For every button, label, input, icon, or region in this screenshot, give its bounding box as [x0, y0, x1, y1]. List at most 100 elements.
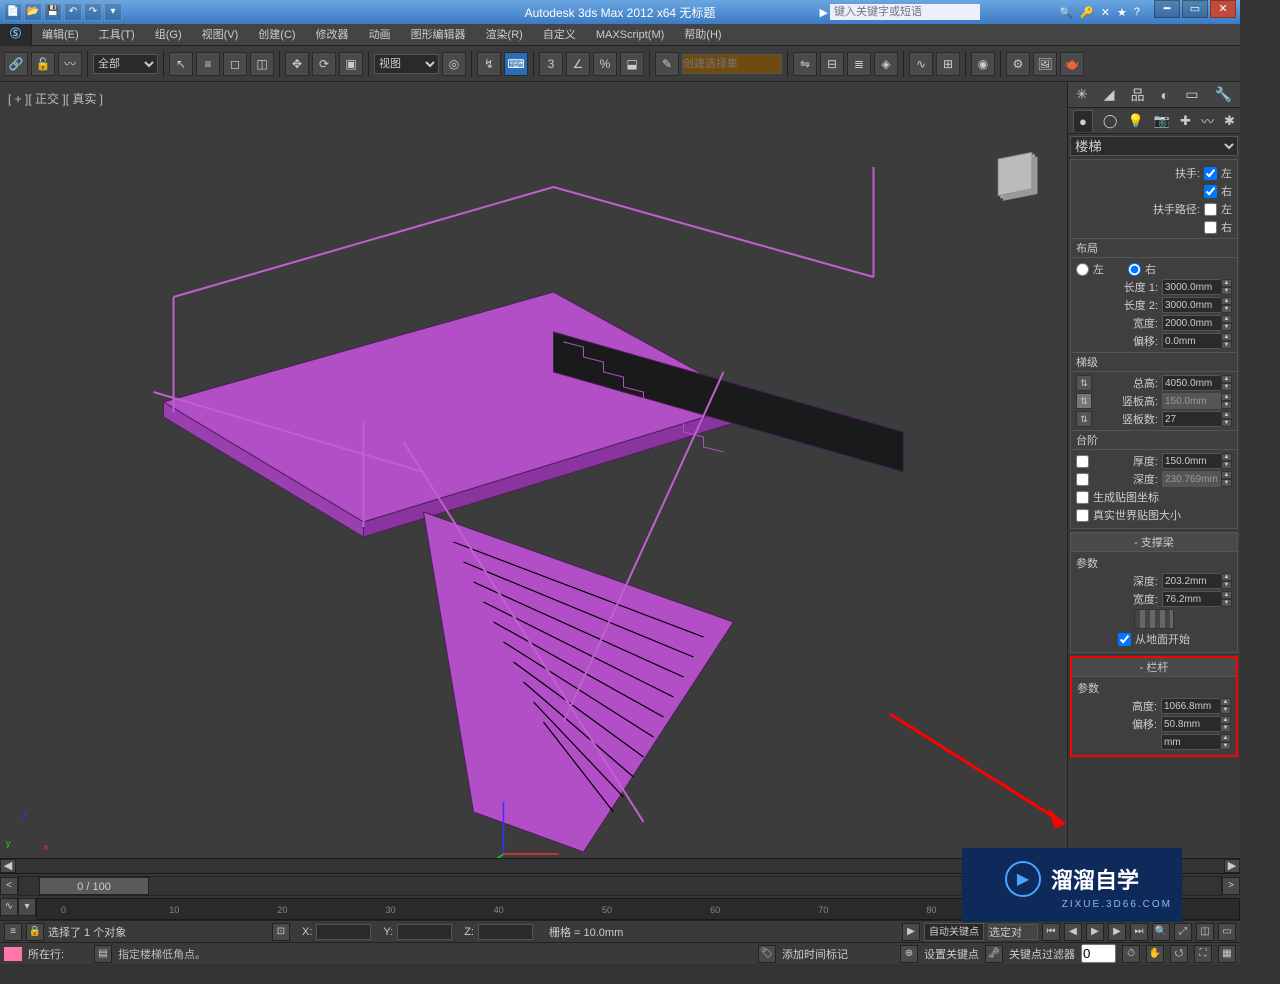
spinner-snap-icon[interactable]: ⬓ [620, 52, 644, 76]
tab-display-icon[interactable]: ▭ [1185, 86, 1198, 103]
active-color-swatch[interactable] [4, 947, 22, 961]
riser-spin-down[interactable]: ▼ [1221, 401, 1232, 409]
s-width-spin-down[interactable]: ▼ [1221, 599, 1232, 607]
handrail-right-checkbox[interactable] [1204, 185, 1217, 198]
unlink-icon[interactable]: 🔓 [31, 52, 55, 76]
snap-3d-icon[interactable]: 3 [539, 52, 563, 76]
riser-count-input[interactable] [1162, 411, 1221, 427]
subtab-cameras-icon[interactable]: 📷 [1154, 113, 1170, 129]
select-region-rect-icon[interactable]: ◻ [223, 52, 247, 76]
r-ex-spin-down[interactable]: ▼ [1220, 742, 1231, 750]
lock-total-icon[interactable]: ⇅ [1076, 375, 1092, 391]
add-time-tag-label[interactable]: 添加时间标记 [782, 946, 848, 962]
riser-height-input[interactable] [1162, 393, 1221, 409]
tab-modify-icon[interactable]: ◢ [1104, 86, 1115, 103]
stringer-rollout-header[interactable]: - 支撑梁 [1071, 533, 1237, 552]
goto-end-icon[interactable]: ⏭ [1130, 923, 1148, 941]
prev-frame-icon[interactable]: ◀ [1064, 923, 1082, 941]
selection-filter-select[interactable]: 全部 [93, 54, 158, 74]
time-step-fwd-icon[interactable]: > [1222, 877, 1240, 895]
rail-extra-input[interactable] [1161, 734, 1220, 750]
viewport-label[interactable]: [ + ][ 正交 ][ 真实 ] [8, 90, 103, 107]
from-floor-checkbox[interactable] [1118, 633, 1131, 646]
depth-spin-up[interactable]: ▲ [1221, 471, 1232, 479]
rail-offset-input[interactable] [1161, 716, 1220, 732]
subtab-spacewarps-icon[interactable]: 〰 [1201, 111, 1214, 130]
handrail-left-checkbox[interactable] [1204, 167, 1217, 180]
minimize-button[interactable]: ━ [1154, 0, 1180, 18]
tab-utilities-icon[interactable]: 🔧 [1214, 86, 1231, 103]
next-frame-icon[interactable]: ▶ [1108, 923, 1126, 941]
stringer-depth-input[interactable] [1162, 573, 1221, 589]
align-icon[interactable]: ⊟ [820, 52, 844, 76]
step-depth-input[interactable] [1162, 471, 1221, 487]
graphite-icon[interactable]: ◈ [874, 52, 898, 76]
set-key-mode-icon[interactable]: ⊕ [900, 945, 918, 963]
menu-customize[interactable]: 自定义 [533, 24, 586, 46]
select-object-icon[interactable]: ↖ [169, 52, 193, 76]
play-anim-icon[interactable]: ▶ [1086, 923, 1104, 941]
time-step-back-icon[interactable]: < [0, 877, 18, 895]
length1-spin-up[interactable]: ▲ [1221, 279, 1232, 287]
stringer-width-input[interactable] [1162, 591, 1221, 607]
mini-curve-icon[interactable]: ∿ [0, 898, 18, 916]
thick-spin-up[interactable]: ▲ [1221, 453, 1232, 461]
rendered-frame-icon[interactable]: 🖼 [1033, 52, 1057, 76]
offset-spin-up[interactable]: ▲ [1221, 333, 1232, 341]
menu-maxscript[interactable]: MAXScript(M) [586, 24, 674, 46]
mirror-icon[interactable]: ⇋ [793, 52, 817, 76]
manipulate-icon[interactable]: ↯ [477, 52, 501, 76]
menu-edit[interactable]: 编辑(E) [32, 24, 89, 46]
length1-input[interactable] [1162, 279, 1221, 295]
nav-region-icon[interactable]: ▭ [1218, 923, 1236, 941]
qa-undo-icon[interactable]: ↶ [64, 3, 82, 21]
realworld-checkbox[interactable] [1076, 509, 1089, 522]
curve-editor-icon[interactable]: ∿ [909, 52, 933, 76]
app-menu-button[interactable]: Ⓢ [0, 24, 32, 46]
rail-rollout-header[interactable]: - 栏杆 [1072, 658, 1236, 677]
lock-count-icon[interactable]: ⇅ [1076, 411, 1092, 427]
tab-create-icon[interactable]: ✳ [1076, 86, 1088, 103]
handrail-path-right-checkbox[interactable] [1204, 221, 1217, 234]
subtab-geometry-icon[interactable]: ● [1073, 110, 1093, 132]
menu-graph-editors[interactable]: 图形编辑器 [401, 24, 476, 46]
menu-group[interactable]: 组(G) [145, 24, 192, 46]
stringer-swatch-button[interactable] [1134, 609, 1174, 629]
maxscript-mini-icon[interactable]: ≡ [4, 923, 22, 941]
key-icon[interactable]: 🔑 [1080, 6, 1094, 19]
r-height-spin-up[interactable]: ▲ [1220, 698, 1231, 706]
close-button[interactable]: ✕ [1210, 0, 1236, 18]
count-spin-down[interactable]: ▼ [1221, 419, 1232, 427]
track-filter-icon[interactable]: ▾ [18, 898, 36, 916]
offset-input[interactable] [1162, 333, 1221, 349]
scroll-right-icon[interactable]: ▶ [1224, 859, 1240, 873]
r-ex-spin-up[interactable]: ▲ [1220, 734, 1231, 742]
goto-start-icon[interactable]: ⏮ [1042, 923, 1060, 941]
view-cube[interactable] [983, 142, 1047, 206]
scroll-left-icon[interactable]: ◀ [0, 859, 16, 873]
length2-spin-up[interactable]: ▲ [1221, 297, 1232, 305]
subtab-systems-icon[interactable]: ✱ [1224, 113, 1235, 129]
star-icon[interactable]: ★ [1117, 6, 1127, 19]
nav-orbit-icon[interactable]: ⭯ [1170, 945, 1188, 963]
search-input[interactable] [830, 4, 980, 20]
nav-zoom-icon[interactable]: 🔍 [1152, 923, 1170, 941]
ref-coord-select[interactable]: 视图 [374, 54, 439, 74]
qa-more-icon[interactable]: ▾ [104, 3, 122, 21]
nav-mintoggle-icon[interactable]: ▦ [1218, 945, 1236, 963]
time-tag-icon[interactable]: 🏷 [758, 945, 776, 963]
menu-rendering[interactable]: 渲染(R) [476, 24, 533, 46]
info-search-icon[interactable]: 🔍 [1059, 6, 1073, 19]
length1-spin-down[interactable]: ▼ [1221, 287, 1232, 295]
step-thick-input[interactable] [1162, 453, 1221, 469]
step-depth-checkbox[interactable] [1076, 473, 1089, 486]
play-icon[interactable]: ▶ [902, 923, 920, 941]
s-depth-spin-up[interactable]: ▲ [1221, 573, 1232, 581]
subtab-lights-icon[interactable]: 💡 [1128, 113, 1144, 129]
set-key-label[interactable]: 设置关键点 [924, 946, 979, 962]
qa-open-icon[interactable]: 📂 [24, 3, 42, 21]
nav-maxview-icon[interactable]: ⛶ [1194, 945, 1212, 963]
render-setup-icon[interactable]: ⚙ [1006, 52, 1030, 76]
width-spin-down[interactable]: ▼ [1221, 323, 1232, 331]
layout-left-radio[interactable] [1076, 263, 1089, 276]
